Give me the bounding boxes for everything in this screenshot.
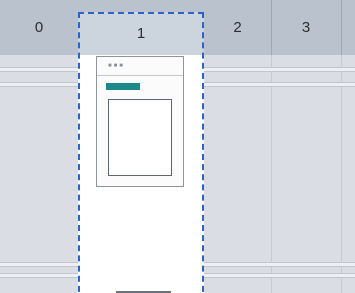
slot-header-1[interactable]: 1 bbox=[78, 12, 204, 55]
module-display-window bbox=[108, 99, 172, 176]
header-divider bbox=[271, 0, 272, 55]
brand-logo bbox=[106, 83, 140, 90]
slot-header-2[interactable]: 2 bbox=[204, 0, 271, 55]
module-top-panel: ■■■ bbox=[97, 57, 183, 76]
header-divider bbox=[341, 0, 342, 55]
slot-header-0[interactable]: 0 bbox=[0, 0, 78, 55]
slot-header-3[interactable]: 3 bbox=[271, 0, 341, 55]
cpu-module[interactable]: ■■■ bbox=[96, 56, 184, 187]
status-led-icons: ■■■ bbox=[108, 63, 125, 69]
device-rack-view: 0 2 3 1 ■■■ bbox=[0, 0, 355, 293]
